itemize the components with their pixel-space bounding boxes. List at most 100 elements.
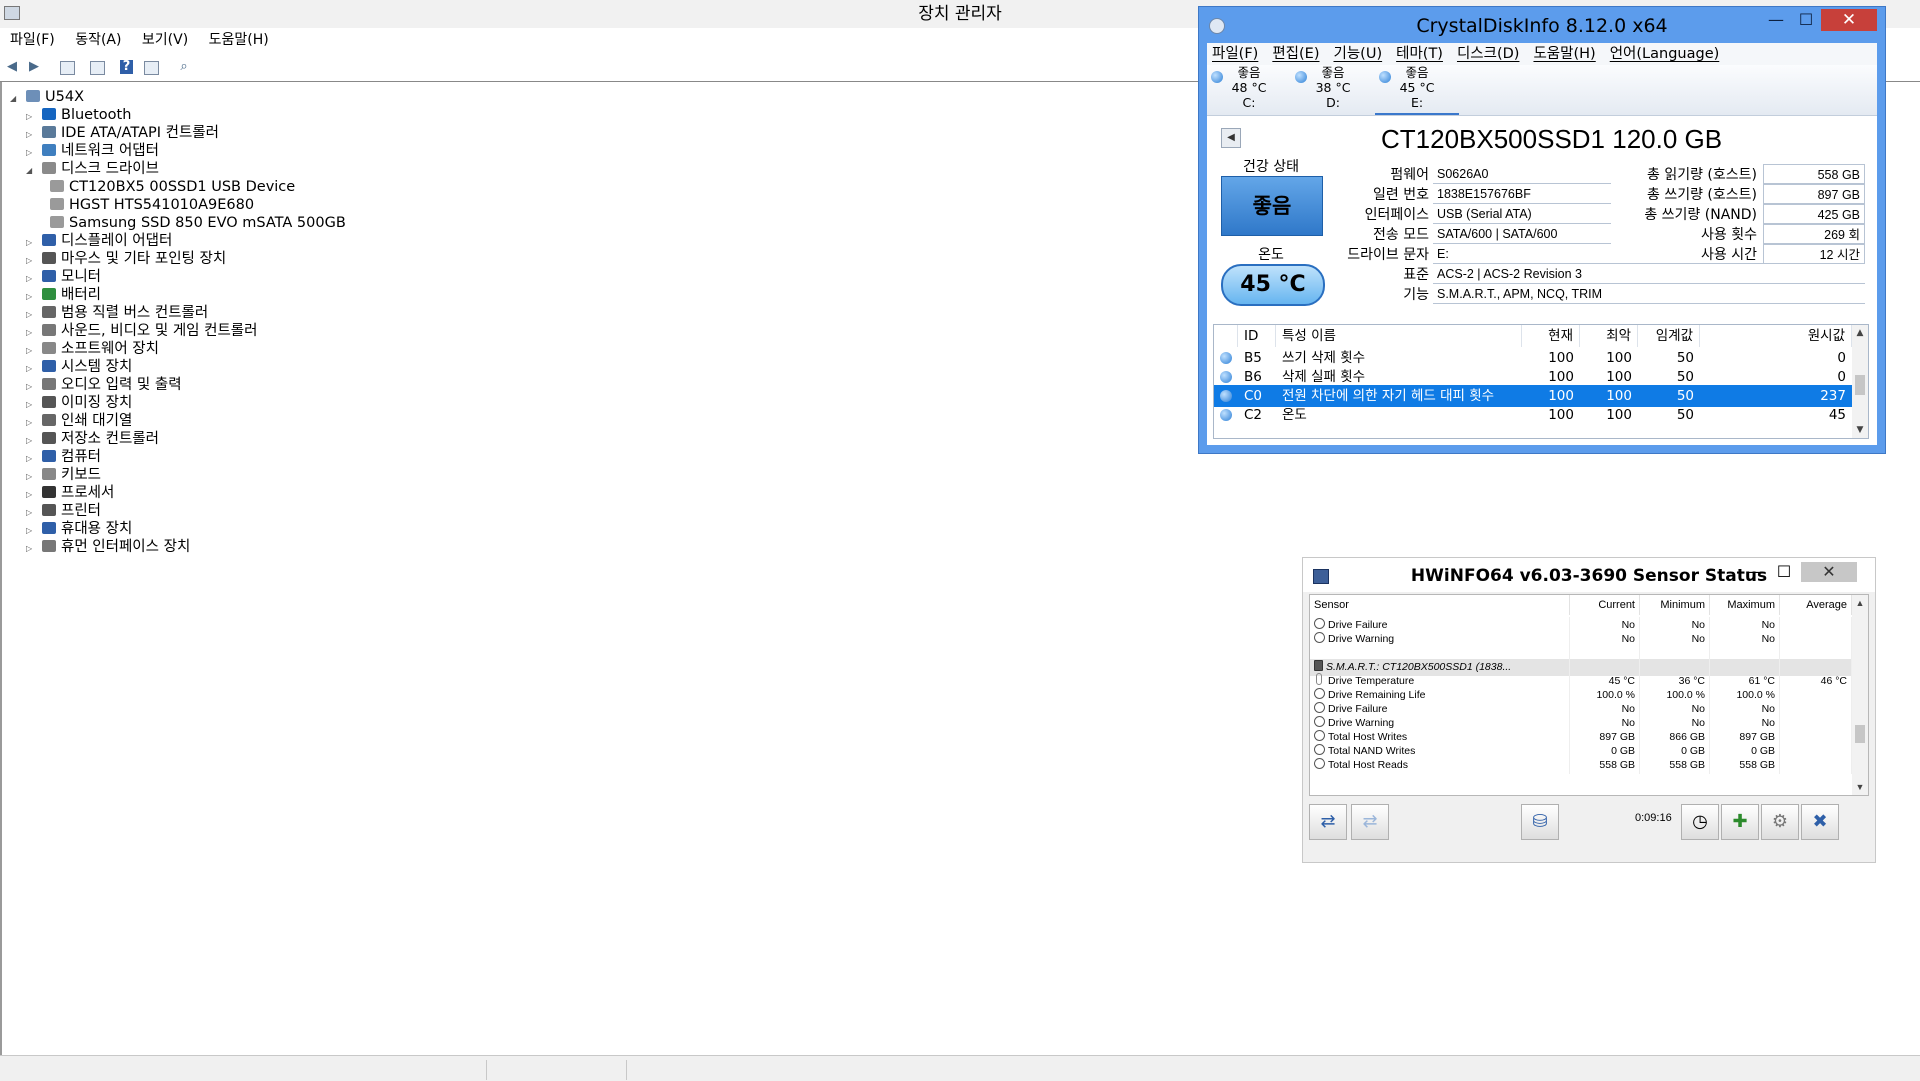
power-on-count-label: 사용 횟수 bbox=[1701, 227, 1757, 243]
show-hide-console-icon[interactable] bbox=[60, 61, 75, 75]
dm-menu-file[interactable]: 파일(F) bbox=[4, 29, 61, 51]
health-dot-icon bbox=[1295, 71, 1307, 83]
cdi-menu-help[interactable]: 도움말(H) bbox=[1526, 43, 1602, 65]
status-icon bbox=[1314, 744, 1325, 755]
dm-menu-action[interactable]: 동작(A) bbox=[69, 29, 127, 51]
health-label: 건강 상태 bbox=[1243, 159, 1299, 175]
disk-tab-c[interactable]: 좋음 48 °C C: bbox=[1207, 65, 1291, 115]
smart-header-worst[interactable]: 최악 bbox=[1580, 325, 1638, 347]
sensor-cell-avg bbox=[1780, 757, 1852, 774]
sensor-header-name[interactable]: Sensor bbox=[1310, 595, 1570, 615]
clock-icon[interactable]: ◷ bbox=[1681, 804, 1719, 840]
power-on-count-value: 269 회 bbox=[1763, 224, 1865, 244]
disk-letter: E: bbox=[1410, 95, 1424, 110]
network-adapter-icon bbox=[42, 144, 56, 156]
collapse-arrows-icon[interactable]: ⇄ bbox=[1351, 804, 1389, 840]
tree-node[interactable]: ▷ 휴먼 인터페이스 장치 bbox=[26, 536, 190, 558]
scroll-down-icon[interactable]: ▼ bbox=[1852, 422, 1868, 438]
smart-scrollbar[interactable]: ▲ ▼ bbox=[1852, 325, 1868, 438]
sensor-cell-text: Drive Temperature bbox=[1328, 675, 1415, 687]
usb-icon bbox=[42, 306, 56, 318]
sensor-header-current[interactable]: Current bbox=[1570, 595, 1640, 615]
smart-row[interactable]: C2 온도 100 100 50 45 bbox=[1214, 404, 1852, 426]
smart-header-name[interactable]: 특성 이름 bbox=[1276, 325, 1522, 347]
maximize-icon[interactable]: ☐ bbox=[1791, 9, 1821, 31]
temperature-label: 온도 bbox=[1258, 247, 1284, 263]
transfer-mode-label: 전송 모드 bbox=[1373, 227, 1429, 243]
add-report-icon[interactable]: ✚ bbox=[1721, 804, 1759, 840]
disk-tab-e[interactable]: 좋음 45 °C E: bbox=[1375, 65, 1459, 115]
sensor-cell-text: Total Host Writes bbox=[1328, 731, 1408, 743]
sensor-header-average[interactable]: Average bbox=[1780, 595, 1852, 615]
properties-icon[interactable] bbox=[90, 61, 105, 75]
host-reads-value: 558 GB bbox=[1763, 164, 1865, 184]
expanded-arrow-icon[interactable]: ◢ bbox=[26, 160, 36, 182]
sensor-row[interactable]: Total Host Reads 558 GB 558 GB 558 GB bbox=[1310, 757, 1852, 774]
close-sensor-icon[interactable]: ✖ bbox=[1801, 804, 1839, 840]
cdi-menu-file[interactable]: 파일(F) bbox=[1207, 43, 1265, 65]
close-icon[interactable]: ✕ bbox=[1821, 9, 1877, 31]
sensor-cell-text: 100.0 % bbox=[1666, 689, 1705, 701]
sensor-cell-text: Total NAND Writes bbox=[1328, 745, 1416, 757]
previous-disk-icon[interactable]: ◀ bbox=[1221, 128, 1241, 148]
cdi-menu-theme[interactable]: 테마(T) bbox=[1389, 43, 1450, 65]
smart-header-threshold[interactable]: 임계값 bbox=[1638, 325, 1700, 347]
tree-node-label: 오디오 입력 및 출력 bbox=[61, 377, 182, 393]
scan-hardware-icon[interactable]: ⌕ bbox=[176, 59, 192, 75]
health-status-button[interactable]: 좋음 bbox=[1221, 176, 1323, 236]
temperature-badge[interactable]: 45 °C bbox=[1221, 264, 1325, 306]
power-on-hours-label: 사용 시간 bbox=[1701, 247, 1757, 263]
firmware-label: 펌웨어 bbox=[1390, 167, 1429, 183]
tree-node-label: HGST HTS541010A9E680 bbox=[69, 197, 255, 213]
dm-left-border bbox=[0, 82, 2, 1055]
dm-menu-help[interactable]: 도움말(H) bbox=[203, 29, 275, 51]
maximize-icon[interactable]: ☐ bbox=[1769, 562, 1799, 582]
cdi-menu-disk[interactable]: 디스크(D) bbox=[1450, 43, 1527, 65]
smart-header-id[interactable]: ID bbox=[1238, 325, 1276, 347]
collapsed-arrow-icon[interactable]: ▷ bbox=[26, 538, 36, 560]
forward-arrow-icon[interactable]: ▶ bbox=[26, 59, 42, 75]
scroll-down-icon[interactable]: ▼ bbox=[1852, 779, 1868, 795]
firmware-value: S0626A0 bbox=[1433, 164, 1611, 184]
nand-writes-label: 총 쓰기량 (NAND) bbox=[1644, 207, 1757, 223]
dm-menu-view[interactable]: 보기(V) bbox=[136, 29, 194, 51]
cdi-menu-language[interactable]: 언어(Language) bbox=[1603, 43, 1727, 65]
status-separator bbox=[626, 1060, 627, 1080]
sensor-cell-text: Drive Warning bbox=[1328, 717, 1395, 729]
cdi-menubar: 파일(F) 편집(E) 기능(U) 테마(T) 디스크(D) 도움말(H) 언어(Langu… bbox=[1207, 43, 1877, 65]
cdi-menu-edit[interactable]: 편집(E) bbox=[1265, 43, 1326, 65]
switch-view-arrows-icon[interactable]: ⇄ bbox=[1309, 804, 1347, 840]
smart-header-current[interactable]: 현재 bbox=[1522, 325, 1580, 347]
smart-header-raw[interactable]: 원시값 bbox=[1700, 325, 1852, 347]
cdi-title: CrystalDiskInfo 8.12.0 x64 bbox=[1416, 15, 1668, 37]
sensor-cell-text: 0 GB bbox=[1611, 745, 1635, 757]
sensor-header-minimum[interactable]: Minimum bbox=[1640, 595, 1710, 615]
interface-value: USB (Serial ATA) bbox=[1433, 204, 1611, 224]
tree-node-label: 사운드, 비디오 및 게임 컨트롤러 bbox=[61, 323, 258, 339]
back-arrow-icon[interactable]: ◀ bbox=[4, 59, 20, 75]
expanded-arrow-icon[interactable]: ◢ bbox=[10, 88, 20, 110]
sensor-cell-min: 558 GB bbox=[1640, 757, 1710, 774]
sensor-list[interactable]: Sensor Current Minimum Maximum Average D… bbox=[1309, 594, 1869, 796]
tree-node-label: 이미징 장치 bbox=[61, 395, 133, 411]
scroll-up-icon[interactable]: ▲ bbox=[1852, 595, 1868, 611]
scroll-thumb[interactable] bbox=[1855, 375, 1865, 395]
minimize-icon[interactable]: — bbox=[1739, 562, 1769, 582]
help-icon[interactable]: ? bbox=[120, 60, 133, 74]
scroll-up-icon[interactable]: ▲ bbox=[1852, 325, 1868, 341]
minimize-icon[interactable]: — bbox=[1761, 9, 1791, 31]
scroll-thumb[interactable] bbox=[1855, 725, 1865, 743]
cdi-menu-function[interactable]: 기능(U) bbox=[1327, 43, 1390, 65]
network-icon[interactable]: ⛁ bbox=[1521, 804, 1559, 840]
settings-gear-icon[interactable]: ⚙ bbox=[1761, 804, 1799, 840]
disk-tab-d[interactable]: 좋음 38 °C D: bbox=[1291, 65, 1375, 115]
disk-icon bbox=[50, 198, 64, 210]
sensor-header-maximum[interactable]: Maximum bbox=[1710, 595, 1780, 615]
smart-attributes-table[interactable]: ID 특성 이름 현재 최악 임계값 원시값 B5 쓰기 삭제 횟수 100 100 5… bbox=[1213, 324, 1869, 439]
tree-node-label: 네트워크 어댑터 bbox=[61, 143, 159, 159]
sensor-cell-text: 866 GB bbox=[1669, 731, 1705, 743]
sensor-cell-text: S.M.A.R.T.: CT120BX500SSD1 (1838... bbox=[1326, 661, 1512, 673]
view-panel-icon[interactable] bbox=[144, 61, 159, 75]
sensor-scrollbar[interactable]: ▲ ▼ bbox=[1852, 595, 1868, 795]
close-icon[interactable]: ✕ bbox=[1801, 562, 1857, 582]
